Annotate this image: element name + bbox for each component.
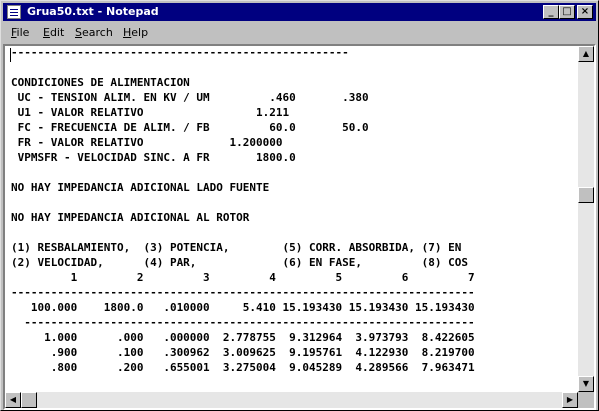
menu-file[interactable]: File: [11, 26, 29, 39]
text-area[interactable]: ----------------------------------------…: [3, 44, 596, 410]
maximize-button[interactable]: □: [559, 5, 575, 19]
scroll-left-button[interactable]: ◀: [5, 392, 21, 408]
text-line: NO HAY IMPEDANCIA ADICIONAL LADO FUENTE: [11, 181, 270, 194]
text-line: 1 2 3 4 5 6 7: [11, 271, 475, 284]
text-line: (2) VELOCIDAD, (4) PAR, (6) EN FASE, (8)…: [11, 256, 468, 269]
scroll-down-button[interactable]: ▼: [578, 376, 594, 392]
text-line: FR - VALOR RELATIVO 1.200000: [11, 136, 283, 149]
menu-help[interactable]: Help: [123, 26, 148, 39]
text-line: [11, 196, 574, 211]
text-line: U1 - VALOR RELATIVO 1.211: [11, 106, 290, 119]
text-line: (1) RESBALAMIENTO, (3) POTENCIA, (5) COR…: [11, 241, 462, 254]
text-line: UC - TENSION ALIM. EN KV / UM .460 .380: [11, 91, 369, 104]
horizontal-scroll-thumb[interactable]: [21, 392, 37, 408]
vertical-scroll-thumb[interactable]: [578, 187, 594, 204]
text-line: ----------------------------------------…: [11, 286, 475, 299]
vertical-scrollbar[interactable]: ▲ ▼: [578, 46, 594, 392]
text-line: .800 .200 .655001 3.275004 9.045289 4.28…: [11, 361, 475, 372]
minimize-button[interactable]: _: [543, 5, 559, 19]
menu-edit[interactable]: Edit: [43, 26, 64, 39]
menu-bar: File Edit Search Help: [3, 23, 596, 43]
menu-search[interactable]: Search: [75, 26, 113, 39]
text-line: 1.000 .000 .000000 2.778755 9.312964 3.9…: [11, 331, 475, 344]
scrollbar-corner: [578, 392, 594, 408]
text-line: .900 .100 .300962 3.009625 9.195761 4.12…: [11, 346, 475, 359]
close-button[interactable]: ×: [577, 5, 593, 19]
text-line: ----------------------------------------…: [11, 316, 475, 329]
text-line: CONDICIONES DE ALIMENTACION: [11, 76, 190, 89]
scroll-up-button[interactable]: ▲: [578, 46, 594, 62]
text-line: 100.000 1800.0 .010000 5.410 15.193430 1…: [11, 301, 475, 314]
window-title: Grua50.txt - Notepad: [27, 5, 159, 18]
notepad-icon[interactable]: [7, 5, 21, 19]
text-line: FC - FRECUENCIA DE ALIM. / FB 60.0 50.0: [11, 121, 369, 134]
document-text[interactable]: ----------------------------------------…: [11, 46, 574, 372]
title-bar[interactable]: Grua50.txt - Notepad _ □ ×: [3, 3, 596, 21]
notepad-window: Grua50.txt - Notepad _ □ × File Edit Searc…: [0, 0, 599, 411]
text-line: NO HAY IMPEDANCIA ADICIONAL AL ROTOR: [11, 211, 250, 224]
scroll-right-button[interactable]: ▶: [562, 392, 578, 408]
horizontal-scrollbar[interactable]: ◀ ▶: [5, 392, 578, 408]
text-caret: [10, 48, 11, 62]
text-line: [11, 61, 574, 76]
text-line: [11, 166, 574, 181]
text-line: [11, 226, 574, 241]
text-line: VPMSFR - VELOCIDAD SINC. A FR 1800.0: [11, 151, 296, 164]
text-line: ----------------------------------------…: [11, 46, 349, 59]
